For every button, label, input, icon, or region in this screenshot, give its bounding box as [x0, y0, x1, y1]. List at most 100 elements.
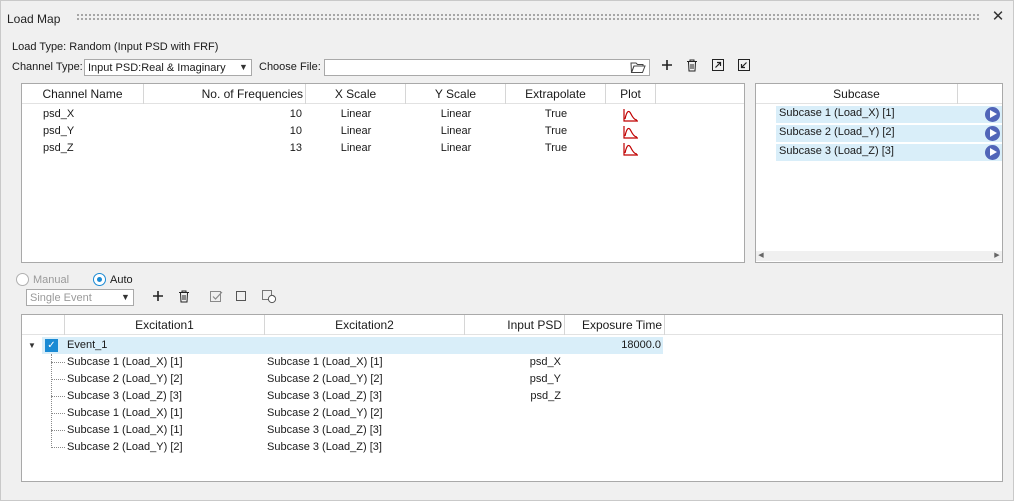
chevron-down-icon: ▼ [239, 62, 248, 72]
cell-x-scale: Linear [340, 108, 372, 120]
input-psd-cell [465, 422, 561, 439]
excitation2-cell[interactable]: Subcase 3 (Load_Z) [3] [267, 422, 382, 439]
col-tree [22, 315, 65, 335]
channel-table: Channel Name No. of Frequencies X Scale … [21, 83, 745, 263]
excitation2-cell[interactable]: Subcase 1 (Load_X) [1] [267, 354, 383, 371]
subcase-item-label: Subcase 2 (Load_Y) [2] [779, 126, 895, 138]
cell-frequencies: 13 [289, 142, 302, 154]
event-exposure: 18000.0 [621, 339, 661, 351]
choose-file-input[interactable] [324, 59, 650, 76]
subcase-item[interactable]: Subcase 3 (Load_Z) [3] [776, 144, 1002, 161]
collapse-icon[interactable]: ▼ [28, 338, 36, 353]
subcase-item[interactable]: Subcase 2 (Load_Y) [2] [776, 125, 1002, 142]
uncheck-all-icon[interactable] [232, 290, 250, 308]
cell-channel-name[interactable]: psd_X [43, 106, 74, 123]
cell-frequencies: 10 [289, 125, 302, 137]
excitation1-cell[interactable]: Subcase 1 (Load_X) [1] [67, 422, 183, 439]
tree-line [51, 447, 65, 448]
excitation1-cell[interactable]: Subcase 1 (Load_X) [1] [67, 405, 183, 422]
plot-icon[interactable] [623, 125, 639, 139]
tree-line [51, 362, 65, 363]
event-table: Excitation1 Excitation2 Input PSD Exposu… [21, 314, 1003, 482]
auto-label: Auto [110, 274, 133, 286]
scroll-left-icon[interactable]: ◀ [756, 251, 766, 261]
tree-line [51, 354, 52, 448]
input-psd-cell [465, 439, 561, 456]
refresh-icon[interactable] [260, 290, 278, 308]
import-icon[interactable] [735, 59, 753, 77]
excitation1-cell[interactable]: Subcase 2 (Load_Y) [2] [67, 439, 183, 456]
cell-channel-name[interactable]: psd_Y [43, 123, 74, 140]
cell-channel-name[interactable]: psd_Z [43, 140, 74, 157]
event-checkbox[interactable]: ✓ [45, 339, 58, 352]
check-all-icon[interactable] [207, 290, 225, 308]
channel-type-select[interactable]: Input PSD:Real & Imaginary ▼ [84, 59, 252, 76]
event-type-value: Single Event [30, 292, 92, 304]
horizontal-scrollbar[interactable]: ◀ ▶ [756, 251, 1002, 261]
event-type-select[interactable]: Single Event ▼ [26, 289, 134, 306]
cell-extrapolate: True [544, 108, 568, 120]
col-input-psd[interactable]: Input PSD [465, 315, 565, 335]
tree-line [51, 396, 65, 397]
load-type-label: Load Type: Random (Input PSD with FRF) [12, 41, 219, 53]
excitation1-cell[interactable]: Subcase 3 (Load_Z) [3] [67, 388, 182, 405]
plot-icon[interactable] [623, 142, 639, 156]
tree-line [51, 379, 65, 380]
excitation2-cell[interactable]: Subcase 2 (Load_Y) [2] [267, 405, 383, 422]
col-extrapolate[interactable]: Extrapolate [506, 84, 606, 104]
add-icon[interactable] [658, 59, 676, 77]
plot-icon[interactable] [623, 108, 639, 122]
subcase-header-row: Subcase [756, 84, 1002, 104]
add-event-icon[interactable] [149, 290, 167, 308]
excitation2-cell[interactable]: Subcase 3 (Load_Z) [3] [267, 439, 382, 456]
input-psd-cell: psd_Z [530, 390, 561, 402]
folder-icon[interactable] [630, 61, 646, 74]
delete-event-icon[interactable] [175, 290, 193, 308]
choose-file-label: Choose File: [259, 61, 321, 73]
play-icon[interactable] [985, 145, 1000, 160]
cell-y-scale: Linear [440, 108, 472, 120]
subcase-item-label: Subcase 3 (Load_Z) [3] [779, 145, 894, 157]
cell-x-scale: Linear [340, 142, 372, 154]
col-x-scale[interactable]: X Scale [306, 84, 406, 104]
excitation2-cell[interactable]: Subcase 2 (Load_Y) [2] [267, 371, 383, 388]
manual-radio[interactable] [16, 273, 29, 286]
chevron-down-icon: ▼ [121, 292, 130, 302]
cell-y-scale: Linear [440, 125, 472, 137]
col-excitation1[interactable]: Excitation1 [65, 315, 265, 335]
col-y-scale[interactable]: Y Scale [406, 84, 506, 104]
event-table-header: Excitation1 Excitation2 Input PSD Exposu… [22, 315, 1002, 335]
delete-icon[interactable] [683, 59, 701, 77]
play-icon[interactable] [985, 126, 1000, 141]
auto-radio[interactable] [93, 273, 106, 286]
col-plot[interactable]: Plot [606, 84, 656, 104]
close-icon[interactable]: ✕ [990, 9, 1006, 25]
manual-label: Manual [33, 274, 70, 286]
scroll-right-icon[interactable]: ▶ [992, 251, 1002, 261]
col-excitation2[interactable]: Excitation2 [265, 315, 465, 335]
drag-grip[interactable] [76, 13, 980, 22]
tree-line [51, 430, 65, 431]
col-subcase[interactable]: Subcase [756, 84, 958, 104]
col-no-frequencies[interactable]: No. of Frequencies [144, 84, 306, 104]
input-psd-cell: psd_Y [529, 373, 561, 385]
play-icon[interactable] [985, 107, 1000, 122]
col-channel-name[interactable]: Channel Name [22, 84, 144, 104]
excitation1-cell[interactable]: Subcase 2 (Load_Y) [2] [67, 371, 183, 388]
export-icon[interactable] [709, 59, 727, 77]
excitation2-cell[interactable]: Subcase 3 (Load_Z) [3] [267, 388, 382, 405]
col-exposure-time[interactable]: Exposure Time [565, 315, 665, 335]
tree-line [51, 413, 65, 414]
subcase-item[interactable]: Subcase 1 (Load_X) [1] [776, 106, 1002, 123]
excitation1-cell[interactable]: Subcase 1 (Load_X) [1] [67, 354, 183, 371]
subcase-item-label: Subcase 1 (Load_X) [1] [779, 107, 895, 119]
channel-table-header: Channel Name No. of Frequencies X Scale … [22, 84, 744, 104]
cell-y-scale: Linear [440, 142, 472, 154]
channel-type-label: Channel Type: [12, 61, 83, 73]
cell-x-scale: Linear [340, 125, 372, 137]
input-psd-cell: psd_X [529, 356, 561, 368]
cell-frequencies: 10 [289, 108, 302, 120]
event-name: Event_1 [67, 339, 108, 351]
subcase-panel: Subcase Subcase 1 (Load_X) [1] Subcase 2… [755, 83, 1003, 263]
channel-type-value: Input PSD:Real & Imaginary [88, 62, 226, 74]
